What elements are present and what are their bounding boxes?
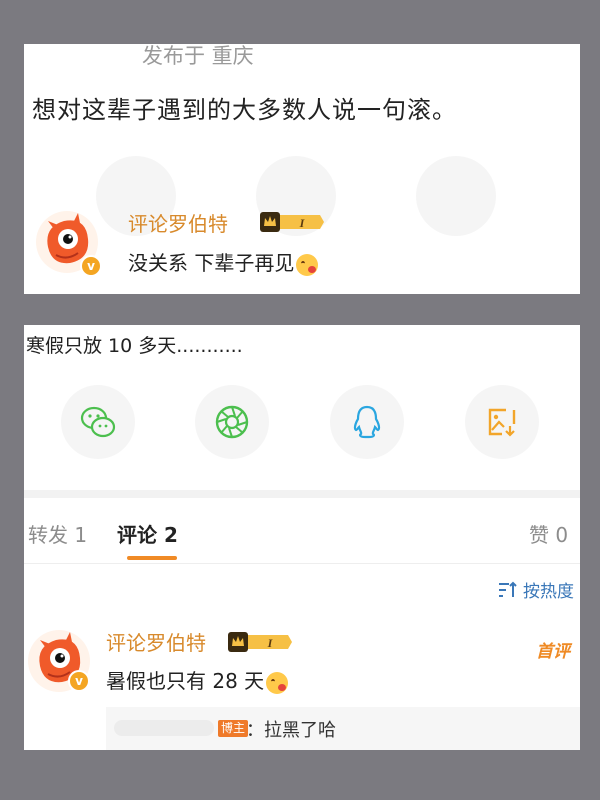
first-comment-badge: 首评 bbox=[536, 642, 570, 662]
post-text: 寒假只放 10 多天........... bbox=[26, 335, 243, 357]
comment-text: 没关系 下辈子再见 bbox=[128, 247, 319, 276]
share-button-ghost[interactable] bbox=[416, 156, 496, 236]
sort-label: 按热度 bbox=[523, 582, 574, 602]
comment-text-content: 暑假也只有 28 天 bbox=[106, 669, 265, 693]
qq-share-button[interactable] bbox=[330, 385, 404, 459]
reply-preview[interactable]: 博主 ：拉黑了哈 bbox=[106, 707, 580, 750]
tab-divider bbox=[24, 563, 580, 564]
verified-badge-icon: v bbox=[68, 670, 90, 692]
post-card-2: 寒假只放 10 多天........... 转发 1 评论 2 赞 0 按热度 … bbox=[24, 325, 580, 750]
blurred-username bbox=[114, 720, 214, 736]
comment-username[interactable]: 评论罗伯特 bbox=[106, 627, 206, 656]
tongue-emoji-icon bbox=[296, 253, 319, 276]
save-image-icon bbox=[488, 408, 516, 437]
sort-button[interactable]: 按热度 bbox=[497, 577, 574, 602]
sort-icon bbox=[499, 581, 517, 597]
tongue-emoji-icon bbox=[266, 671, 289, 694]
rank-badge-icon: I bbox=[228, 632, 292, 652]
comment-text: 暑假也只有 28 天 bbox=[106, 665, 289, 694]
reply-text: ：拉黑了哈 bbox=[246, 720, 336, 741]
comment-username[interactable]: 评论罗伯特 bbox=[128, 208, 228, 237]
tab-repost[interactable]: 转发 1 bbox=[28, 519, 87, 548]
post-card-1: 发布于 重庆 想对这辈子遇到的大多数人说一句滚。 v 评论罗伯特 I 没关系 下… bbox=[24, 44, 580, 294]
verified-badge-icon: v bbox=[80, 255, 102, 277]
post-text: 想对这辈子遇到的大多数人说一句滚。 bbox=[32, 96, 457, 124]
qq-icon bbox=[353, 405, 381, 439]
tab-like[interactable]: 赞 0 bbox=[529, 519, 568, 548]
avatar[interactable]: v bbox=[26, 628, 92, 694]
rank-badge-icon: I bbox=[260, 212, 324, 232]
moments-share-button[interactable] bbox=[195, 385, 269, 459]
wechat-share-button[interactable] bbox=[61, 385, 135, 459]
wechat-icon bbox=[80, 406, 116, 438]
post-location: 发布于 重庆 bbox=[142, 44, 254, 68]
avatar[interactable]: v bbox=[34, 209, 102, 277]
active-tab-indicator bbox=[127, 556, 177, 560]
author-badge: 博主 bbox=[218, 720, 249, 737]
moments-icon bbox=[215, 405, 249, 439]
tab-comment[interactable]: 评论 2 bbox=[117, 519, 178, 548]
save-image-button[interactable] bbox=[465, 385, 539, 459]
comment-text-content: 没关系 下辈子再见 bbox=[128, 251, 295, 275]
section-divider bbox=[24, 490, 580, 498]
